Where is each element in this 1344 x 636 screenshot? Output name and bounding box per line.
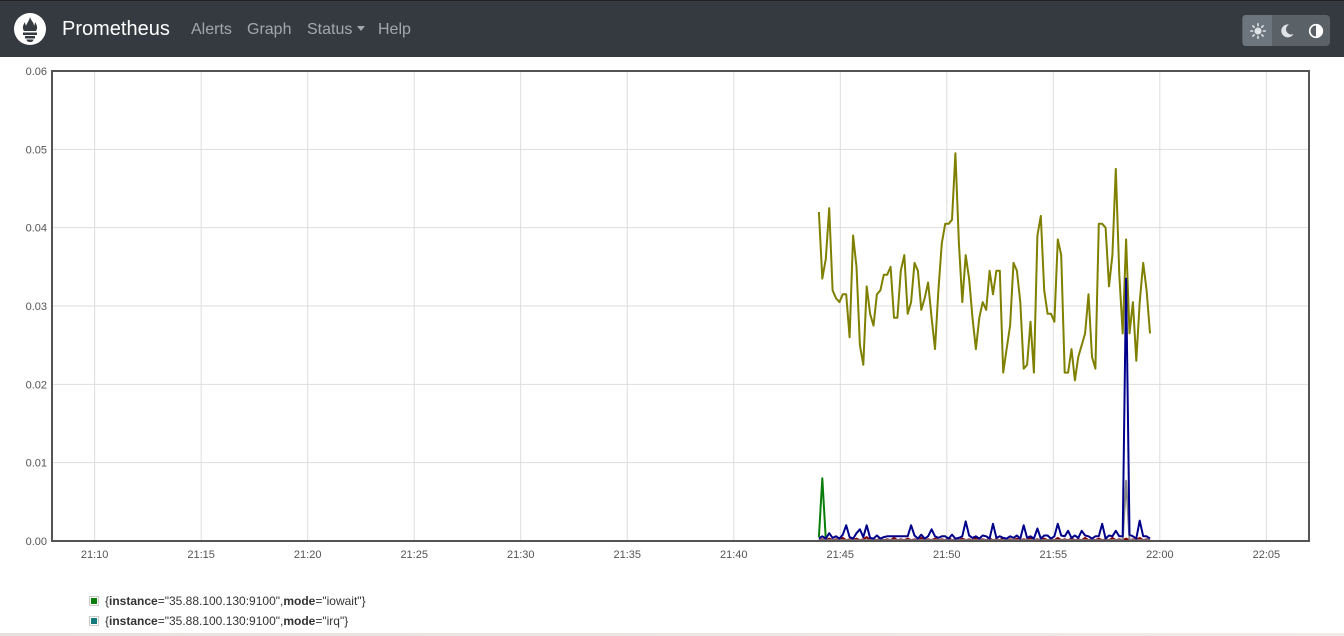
nav-help[interactable]: Help [378,21,411,39]
brand-name[interactable]: Prometheus [62,18,170,41]
legend-key-mode: mode [283,614,316,628]
x-tick-label: 21:20 [294,549,322,561]
x-tick-label: 22:05 [1253,549,1281,561]
navbar: Prometheus Alerts Graph Status Help [0,0,1344,57]
nav-status-label: Status [307,21,353,38]
graph-legend: {instance ="35.88.100.130:9100", mode ="io… [89,591,366,631]
y-tick-label: 0.06 [26,66,47,78]
x-tick-label: 21:35 [613,549,641,561]
graph-panel[interactable]: 0.00 0.01 0.02 0.03 0.04 0.05 0.06 21:10 21:15 21… [15,57,1330,577]
series-line-4 [818,277,1151,540]
legend-value-instance: ="35.88.100.130:9100", [157,614,284,628]
x-tick-label: 22:00 [1146,549,1174,561]
legend-key-instance: instance [109,614,158,628]
y-tick-label: 0.01 [26,458,47,470]
time-series-chart[interactable]: 0.00 0.01 0.02 0.03 0.04 0.05 0.06 21:10 21:15 21… [15,57,1330,577]
x-tick-label: 21:40 [720,549,748,561]
legend-value-mode: ="irq"} [315,614,349,628]
theme-dark-button[interactable] [1272,15,1301,46]
theme-auto-button[interactable] [1301,15,1330,46]
legend-key-instance: instance [109,594,158,608]
y-tick-label: 0.04 [26,223,47,235]
y-tick-label: 0.00 [26,536,47,548]
prometheus-logo-icon[interactable] [14,13,46,45]
x-tick-label: 21:50 [933,549,961,561]
y-tick-label: 0.02 [26,379,47,391]
legend-swatch [89,616,99,626]
legend-swatch [89,596,99,606]
theme-light-button[interactable] [1243,15,1272,46]
caret-down-icon [357,26,366,31]
x-tick-label: 21:55 [1040,549,1068,561]
legend-item-iowait[interactable]: {instance ="35.88.100.130:9100", mode ="io… [89,591,366,611]
theme-toggle-group [1242,15,1330,46]
legend-item-irq[interactable]: {instance ="35.88.100.130:9100", mode ="ir… [89,611,366,631]
legend-value-instance: ="35.88.100.130:9100", [157,594,284,608]
nav-graph[interactable]: Graph [247,21,291,39]
x-tick-label: 21:25 [400,549,428,561]
legend-value-mode: ="iowait"} [315,594,366,608]
half-circle-icon [1308,23,1323,38]
series-line-0 [817,152,1151,382]
sun-icon [1249,22,1266,39]
x-tick-label: 21:10 [81,549,109,561]
y-tick-label: 0.03 [26,301,47,313]
y-tick-label: 0.05 [26,144,47,156]
x-tick-label: 21:45 [827,549,855,561]
legend-key-mode: mode [283,594,316,608]
nav-status-dropdown[interactable]: Status [307,21,366,39]
moon-icon [1280,23,1293,37]
x-tick-label: 21:30 [507,549,535,561]
nav-alerts[interactable]: Alerts [191,21,232,39]
x-tick-label: 21:15 [187,549,215,561]
